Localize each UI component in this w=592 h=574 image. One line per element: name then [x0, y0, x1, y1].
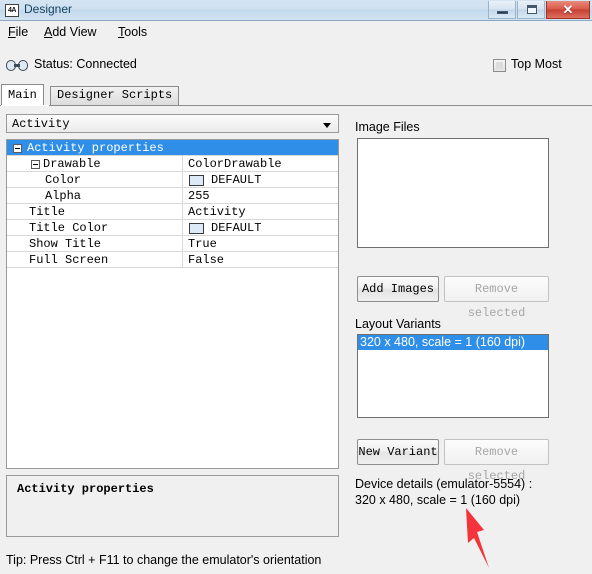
device-details-line1: Device details (emulator-5554) : [355, 477, 533, 491]
property-row[interactable]: Title Color DEFAULT [7, 220, 338, 236]
image-files-listbox[interactable] [357, 138, 549, 248]
column-divider [182, 252, 183, 268]
tabstrip-active-gap [1, 105, 49, 106]
property-name: Title Color [29, 221, 109, 235]
remove-variant-button[interactable]: Remove selected [444, 439, 549, 483]
property-row[interactable]: Title Activity [7, 204, 338, 220]
remove-images-button[interactable]: Remove selected [444, 276, 549, 320]
property-name: Title [29, 205, 66, 219]
row-divider [7, 267, 338, 268]
image-files-label: Image Files [355, 120, 420, 134]
close-button[interactable]: ✕ [546, 1, 590, 19]
column-divider [182, 172, 183, 188]
collapse-expander-icon[interactable] [13, 144, 22, 153]
property-value: False [188, 253, 225, 267]
column-divider [182, 204, 183, 220]
tabstrip-divider [0, 105, 592, 106]
property-row[interactable]: Activity properties [7, 140, 338, 156]
view-selector-combo[interactable]: Activity [6, 114, 339, 133]
column-divider [182, 188, 183, 204]
property-row[interactable]: Alpha 255 [7, 188, 338, 204]
property-value: 255 [188, 189, 210, 203]
property-row[interactable]: Show Title True [7, 236, 338, 252]
property-value: DEFAULT [211, 173, 262, 187]
minimize-icon [497, 11, 508, 14]
checkbox-box [493, 59, 506, 72]
menu-tools[interactable]: Tools [116, 25, 149, 39]
new-variant-button[interactable]: New Variant [357, 439, 439, 465]
property-value: DEFAULT [211, 221, 262, 235]
layout-variant-item[interactable]: 320 x 480, scale = 1 (160 dpi) [358, 335, 548, 350]
property-value: ColorDrawable [188, 157, 282, 171]
collapse-expander-icon[interactable] [31, 160, 40, 169]
description-pane: Activity properties [6, 475, 339, 537]
status-row: Status: Connected Top Most [0, 55, 592, 79]
maximize-button[interactable] [517, 1, 545, 19]
window-titlebar: 4A Designer ✕ [0, 0, 592, 21]
maximize-icon [527, 5, 537, 14]
color-swatch[interactable] [189, 175, 204, 186]
tabstrip: Main Designer Scripts [0, 84, 592, 106]
property-name: Drawable [43, 157, 101, 171]
column-divider [182, 220, 183, 236]
chevron-down-icon [323, 123, 331, 128]
close-icon: ✕ [562, 2, 574, 17]
column-divider [182, 156, 183, 172]
tip-text: Tip: Press Ctrl + F11 to change the emul… [6, 553, 322, 567]
designer-window: 4A Designer ✕ File Add View Tools Status… [0, 0, 592, 574]
window-title: Designer [24, 2, 73, 16]
menu-file[interactable]: File [6, 25, 30, 39]
color-swatch[interactable] [189, 223, 204, 234]
column-divider [182, 236, 183, 252]
tab-designer-scripts[interactable]: Designer Scripts [50, 86, 180, 105]
add-images-button[interactable]: Add Images [357, 276, 439, 302]
property-name: Alpha [45, 189, 82, 203]
view-selector-value: Activity [12, 117, 70, 131]
property-grid[interactable]: Activity properties Drawable ColorDrawable… [6, 139, 339, 469]
property-row[interactable]: Color DEFAULT [7, 172, 338, 188]
property-row[interactable]: Full Screen False [7, 252, 338, 268]
app-icon: 4A [5, 4, 19, 17]
minimize-button[interactable] [488, 1, 516, 19]
tab-main[interactable]: Main [1, 84, 44, 106]
property-name: Activity properties [27, 141, 164, 155]
layout-variants-label: Layout Variants [355, 317, 441, 331]
topmost-label: Top Most [511, 57, 562, 71]
link-connected-icon [6, 60, 28, 71]
menu-add-view[interactable]: Add View [42, 25, 99, 39]
property-name: Color [45, 173, 82, 187]
layout-variants-listbox[interactable]: 320 x 480, scale = 1 (160 dpi) [357, 334, 549, 418]
property-name: Show Title [29, 237, 102, 251]
description-text: Activity properties [17, 482, 154, 496]
property-name: Full Screen [29, 253, 109, 267]
property-value: True [188, 237, 217, 251]
menubar: File Add View Tools [0, 22, 592, 44]
status-label: Status: Connected [34, 57, 137, 71]
property-value: Activity [188, 205, 246, 219]
topmost-checkbox[interactable]: Top Most [493, 57, 562, 72]
window-controls: ✕ [487, 1, 590, 19]
red-pointer-arrow [466, 508, 489, 568]
property-row[interactable]: Drawable ColorDrawable [7, 156, 338, 172]
